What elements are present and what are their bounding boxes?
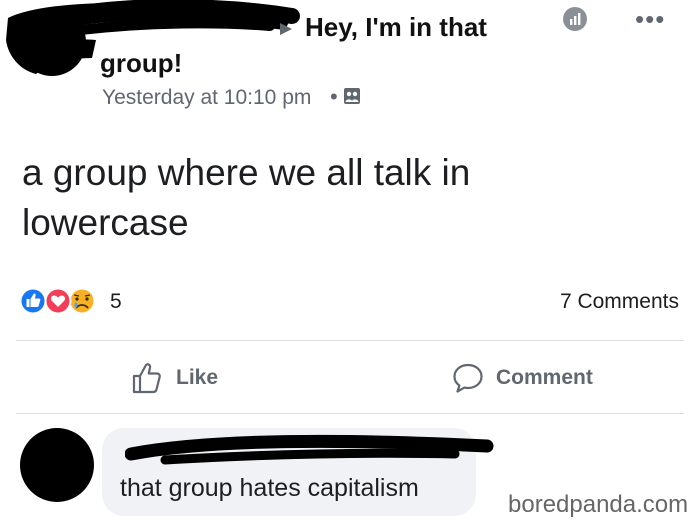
- redaction-scribble: [125, 434, 494, 465]
- divider: [16, 340, 684, 341]
- like-reaction-icon: [19, 287, 47, 315]
- group-audience-icon: [344, 88, 360, 104]
- post-text: a group where we all talk in lowercase: [22, 152, 471, 243]
- reaction-count[interactable]: 5: [110, 290, 122, 314]
- comments-count-link[interactable]: 7 Comments: [560, 290, 679, 314]
- sad-reaction-icon: [68, 287, 96, 315]
- arrow-right-icon: [280, 23, 292, 35]
- thumbs-up-icon: [132, 363, 161, 394]
- comment-text: that group hates capitalism: [120, 474, 419, 502]
- divider: [16, 413, 684, 414]
- speech-bubble-icon: [453, 363, 483, 393]
- commenter-avatar-redacted[interactable]: [20, 428, 94, 502]
- more-options-icon[interactable]: •••: [635, 4, 665, 35]
- group-name-link[interactable]: Hey, I'm in that: [305, 12, 487, 43]
- group-name-link-continued[interactable]: group!: [100, 48, 182, 79]
- love-reaction-icon: [44, 287, 72, 315]
- insights-icon[interactable]: [562, 6, 588, 32]
- like-button[interactable]: Like: [132, 362, 218, 394]
- reaction-icons[interactable]: [18, 287, 118, 315]
- post-timestamp[interactable]: Yesterday at 10:10 pm: [102, 86, 311, 110]
- like-label: Like: [176, 366, 219, 389]
- watermark: boredpanda.com: [508, 491, 689, 518]
- meta-separator: •: [330, 84, 338, 109]
- comment-button[interactable]: Comment: [452, 362, 593, 394]
- comment-label: Comment: [496, 366, 593, 389]
